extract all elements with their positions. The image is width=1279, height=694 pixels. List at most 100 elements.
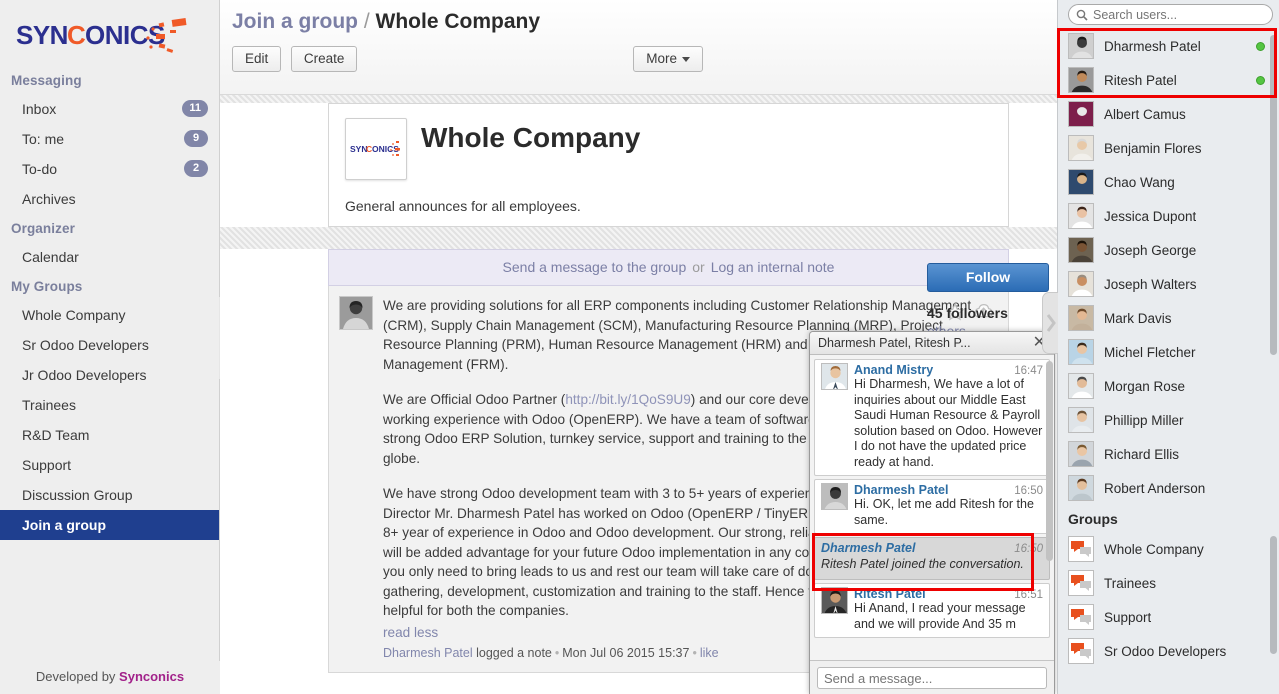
user-list-item-chao-wang[interactable]: Chao Wang (1058, 165, 1279, 199)
user-list[interactable]: Dharmesh Patel Ritesh Patel Albert Camus Be… (1058, 29, 1279, 505)
chat-message-author[interactable]: Dharmesh Patel (854, 483, 948, 497)
sidebar-item-sr-odoo-developers[interactable]: Sr Odoo Developers (0, 330, 219, 360)
chat-scrollbar[interactable] (1046, 361, 1053, 561)
user-list-item-dharmesh-patel[interactable]: Dharmesh Patel (1058, 29, 1279, 63)
sidebar-item-label: Discussion Group (22, 487, 133, 503)
chat-input[interactable] (817, 667, 1047, 689)
sidebar-item-archives[interactable]: Archives (0, 184, 219, 214)
breadcrumb-separator: / (363, 10, 370, 33)
sidebar-nav: Messaging Inbox 11 To: me 9 To-do 2 Archives Org… (0, 66, 219, 540)
sidebar-section-title: Messaging (11, 73, 82, 88)
send-message-link[interactable]: Send a message to the group (503, 259, 687, 275)
group-name: Whole Company (1104, 541, 1204, 557)
sidebar-item-label: Inbox (22, 101, 57, 117)
rightpanel-collapse-handle[interactable] (1042, 292, 1058, 354)
sidebar-item-support[interactable]: Support (0, 450, 219, 480)
composer-or: or (692, 259, 705, 275)
more-button[interactable]: More (633, 46, 703, 72)
user-list-item-ritesh-patel[interactable]: Ritesh Patel (1058, 63, 1279, 97)
message-author[interactable]: Dharmesh Patel (383, 646, 473, 660)
edit-button[interactable]: Edit (232, 46, 282, 72)
chat-message-time: 16:50 (1014, 485, 1043, 497)
record-header-card: SYN C ONICS Whole Company General announ… (328, 103, 1009, 227)
group-list[interactable]: Whole Company Trainees Support Sr Odoo Deve… (1058, 532, 1279, 668)
chat-message-author[interactable]: Dharmesh Patel (821, 541, 915, 555)
svg-text:ONICS: ONICS (85, 20, 165, 50)
user-name: Robert Anderson (1104, 480, 1206, 496)
sidebar-item-trainees[interactable]: Trainees (0, 390, 219, 420)
chat-message: Dharmesh Patel 16:50 Hi. OK, let me add Ri… (814, 479, 1050, 534)
chat-message-text: Hi Dharmesh, We have a lot of inquiries … (854, 377, 1043, 469)
chat-message-head: Dharmesh Patel 16:50 (821, 541, 1043, 555)
chat-message-list[interactable]: Anand Mistry 16:47 Hi Dharmesh, We have a … (810, 355, 1054, 660)
sidebar-item-inbox[interactable]: Inbox 11 (0, 94, 219, 124)
avatar (1068, 373, 1094, 399)
svg-text:SYN: SYN (350, 144, 367, 154)
top-bar: Join a group / Whole Company Edit Create… (220, 0, 1057, 95)
chat-titlebar[interactable]: Dharmesh Patel, Ritesh P... ✕ (810, 332, 1054, 355)
follower-count: 45 followers (927, 305, 1008, 321)
chat-title-text: Dharmesh Patel, Ritesh P... (818, 336, 971, 350)
avatar (1068, 169, 1094, 195)
user-list-item-phillipp-miller[interactable]: Phillipp Miller (1058, 403, 1279, 437)
group-name: Sr Odoo Developers (1104, 643, 1227, 659)
like-link[interactable]: like (700, 646, 719, 660)
user-list-item-joseph-george[interactable]: Joseph George (1058, 233, 1279, 267)
search-icon (1076, 9, 1088, 21)
chat-message-time: 16:50 (1014, 543, 1043, 555)
group-list-item-support[interactable]: Support (1058, 600, 1279, 634)
chat-message-row: Dharmesh Patel 16:50 Hi. OK, let me add Ri… (821, 483, 1043, 528)
sidebar-item-discussion-group[interactable]: Discussion Group (0, 480, 219, 510)
sidebar-item-label: Calendar (22, 249, 79, 265)
chat-message-main: Anand Mistry 16:47 Hi Dharmesh, We have a … (854, 363, 1043, 470)
follow-button[interactable]: Follow (927, 263, 1049, 292)
sidebar-item-calendar[interactable]: Calendar (0, 242, 219, 272)
sidebar-item-r-d-team[interactable]: R&D Team (0, 420, 219, 450)
chat-message-main: Dharmesh Patel 16:50 Hi. OK, let me add Ri… (854, 483, 1043, 528)
chat-message-author[interactable]: Ritesh Patel (854, 587, 926, 601)
avatar (1068, 135, 1094, 161)
user-name: Phillipp Miller (1104, 412, 1184, 428)
avatar (1068, 305, 1094, 331)
user-list-item-jessica-dupont[interactable]: Jessica Dupont (1058, 199, 1279, 233)
breadcrumb-root[interactable]: Join a group (232, 10, 358, 33)
user-list-item-richard-ellis[interactable]: Richard Ellis (1058, 437, 1279, 471)
avatar (821, 587, 848, 614)
user-list-item-robert-anderson[interactable]: Robert Anderson (1058, 471, 1279, 505)
group-list-item-whole-company[interactable]: Whole Company (1058, 532, 1279, 566)
sidebar-item-jr-odoo-developers[interactable]: Jr Odoo Developers (0, 360, 219, 390)
group-list-item-sr-odoo-developers[interactable]: Sr Odoo Developers (1058, 634, 1279, 668)
chat-message: Ritesh Patel 16:51 Hi Anand, I read your m… (814, 583, 1050, 638)
user-list-item-morgan-rose[interactable]: Morgan Rose (1058, 369, 1279, 403)
sidebar-item-to-me[interactable]: To: me 9 (0, 124, 219, 154)
create-button[interactable]: Create (290, 46, 358, 72)
user-list-scrollbar[interactable] (1270, 35, 1277, 355)
sidebar-item-whole-company[interactable]: Whole Company (0, 300, 219, 330)
chat-message-author[interactable]: Anand Mistry (854, 363, 933, 377)
sidebar-item-badge: 2 (184, 160, 208, 177)
search-input[interactable] (1068, 4, 1273, 25)
app-root: SYN C ONICS Messaging Inbox 11 To: me 9 To-do… (0, 0, 1279, 694)
group-list-item-trainees[interactable]: Trainees (1058, 566, 1279, 600)
user-list-item-albert-camus[interactable]: Albert Camus (1058, 97, 1279, 131)
user-list-item-michel-fletcher[interactable]: Michel Fletcher (1058, 335, 1279, 369)
svg-text:SYN: SYN (16, 20, 68, 50)
group-list-scrollbar[interactable] (1270, 536, 1277, 654)
chat-message-row: Anand Mistry 16:47 Hi Dharmesh, We have a … (821, 363, 1043, 470)
user-list-item-joseph-walters[interactable]: Joseph Walters (1058, 267, 1279, 301)
chat-message-text: Hi. OK, let me add Ritesh for the same. (854, 497, 1034, 527)
footer-brand[interactable]: Synconics (119, 669, 184, 684)
avatar (1068, 67, 1094, 93)
partner-link[interactable]: http://bit.ly/1QoS9U9 (565, 392, 690, 407)
user-list-item-benjamin-flores[interactable]: Benjamin Flores (1058, 131, 1279, 165)
user-list-item-mark-davis[interactable]: Mark Davis (1058, 301, 1279, 335)
avatar (821, 363, 848, 390)
log-note-link[interactable]: Log an internal note (711, 259, 835, 275)
chat-bubbles-icon (1068, 604, 1094, 630)
chat-message-main: Ritesh Patel 16:51 Hi Anand, I read your m… (854, 587, 1043, 632)
sidebar-item-to-do[interactable]: To-do 2 (0, 154, 219, 184)
brand-logo[interactable]: SYN C ONICS (0, 0, 219, 66)
chat-message-time: 16:47 (1014, 365, 1043, 377)
sidebar-item-join-a-group[interactable]: Join a group (0, 510, 219, 540)
user-name: Jessica Dupont (1104, 208, 1197, 224)
